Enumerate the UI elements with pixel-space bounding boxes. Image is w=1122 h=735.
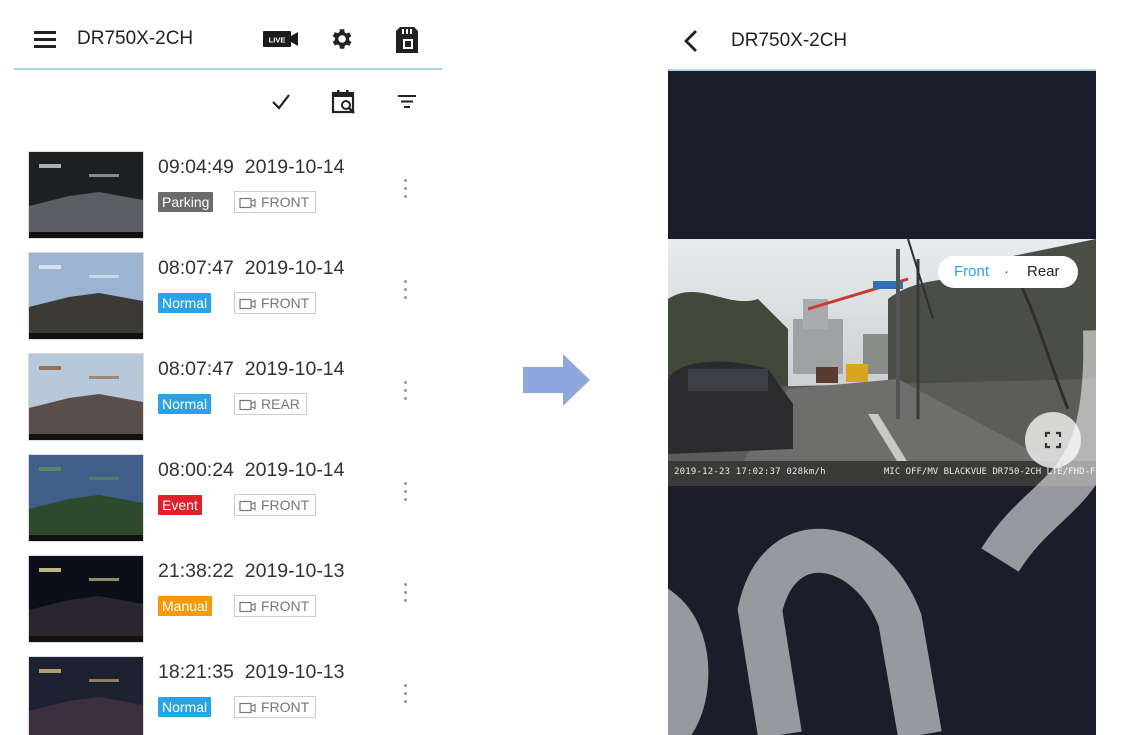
more-vertical-icon[interactable]	[404, 179, 408, 199]
recording-thumbnail[interactable]	[28, 252, 144, 340]
recording-thumbnail[interactable]	[28, 656, 144, 735]
recording-date: 2019-10-13	[244, 560, 345, 582]
camera-label: FRONT	[261, 194, 310, 210]
video-osd-info: MIC OFF/MV BLACKVUE DR750-2CH LTE/FHD-FH…	[884, 467, 1096, 477]
more-vertical-icon[interactable]	[404, 280, 408, 300]
recording-row[interactable]: 08:00:24 2019-10-14 Event FRONT	[14, 444, 442, 545]
recording-type-badge: Normal	[158, 394, 212, 414]
recording-datetime: 08:07:47 2019-10-14	[158, 257, 345, 280]
video-frame[interactable]: Front · Rear 2019-12-23 17:02:37 028km/h…	[668, 239, 1096, 486]
recording-time: 18:21:35	[158, 661, 234, 683]
camera-label: FRONT	[261, 295, 310, 311]
player-title: DR750X-2CH	[731, 30, 848, 51]
sd-card-icon[interactable]	[394, 25, 420, 60]
recording-time: 08:07:47	[158, 358, 234, 380]
camera-icon	[239, 601, 256, 613]
recording-row[interactable]: 09:04:49 2019-10-14 Parking FRONT	[14, 141, 442, 242]
recording-type-badge: Parking	[158, 192, 214, 212]
recording-thumbnail[interactable]	[28, 353, 144, 441]
recording-type-badge: Normal	[158, 293, 212, 313]
video-player-screen: DR750X-2CH Front · Rear 2019-12-23 17:02…	[668, 10, 1096, 735]
live-view-icon[interactable]: LIVE	[263, 29, 299, 54]
menu-icon[interactable]	[34, 31, 56, 48]
recording-datetime: 08:00:24 2019-10-14	[158, 459, 345, 482]
recording-type-badge: Normal	[158, 697, 212, 717]
list-title: DR750X-2CH	[77, 28, 194, 49]
front-rear-toggle[interactable]: Front · Rear	[938, 256, 1078, 288]
recording-time: 08:07:47	[158, 257, 234, 279]
select-check-icon[interactable]	[270, 90, 292, 117]
recording-datetime: 08:07:47 2019-10-14	[158, 358, 345, 381]
recording-date: 2019-10-14	[244, 257, 345, 279]
recording-datetime: 09:04:49 2019-10-14	[158, 156, 345, 179]
recording-row[interactable]: 08:07:47 2019-10-14 Normal REAR	[14, 343, 442, 444]
recording-row[interactable]: 18:21:35 2019-10-13 Normal FRONT	[14, 646, 442, 735]
camera-badge: FRONT	[234, 292, 317, 314]
settings-gear-icon[interactable]	[328, 26, 354, 57]
camera-label: FRONT	[261, 497, 310, 513]
recording-time: 21:38:22	[158, 560, 234, 582]
more-vertical-icon[interactable]	[404, 684, 408, 704]
more-vertical-icon[interactable]	[404, 482, 408, 502]
fullscreen-icon	[1044, 431, 1062, 449]
camera-icon	[239, 298, 256, 310]
camera-label: FRONT	[261, 598, 310, 614]
recording-type-badge: Manual	[158, 596, 212, 616]
recording-row[interactable]: 08:07:47 2019-10-14 Normal FRONT	[14, 242, 442, 343]
recording-date: 2019-10-13	[244, 661, 345, 683]
recording-datetime: 18:21:35 2019-10-13	[158, 661, 345, 684]
list-header: DR750X-2CH LIVE	[14, 10, 442, 70]
camera-icon	[239, 197, 256, 209]
back-chevron-icon[interactable]	[682, 28, 702, 59]
camera-badge: FRONT	[234, 191, 317, 213]
recording-thumbnail[interactable]	[28, 454, 144, 542]
recording-date: 2019-10-14	[244, 156, 345, 178]
camera-icon	[239, 500, 256, 512]
calendar-search-icon[interactable]	[330, 88, 358, 121]
recording-thumbnail[interactable]	[28, 555, 144, 643]
fullscreen-button[interactable]	[1025, 412, 1081, 468]
more-vertical-icon[interactable]	[404, 381, 408, 401]
video-osd-timestamp: 2019-12-23 17:02:37 028km/h	[674, 467, 826, 477]
toggle-separator: ·	[1004, 263, 1009, 280]
more-vertical-icon[interactable]	[404, 583, 408, 603]
camera-badge: REAR	[234, 393, 307, 415]
recordings-list-screen: DR750X-2CH LIVE 09:04:49 2019-10-14 Parki…	[14, 10, 442, 735]
recording-time: 08:00:24	[158, 459, 234, 481]
camera-badge: FRONT	[234, 494, 317, 516]
recording-time: 09:04:49	[158, 156, 234, 178]
camera-label: FRONT	[261, 699, 310, 715]
recording-date: 2019-10-14	[244, 459, 345, 481]
camera-badge: FRONT	[234, 595, 317, 617]
recording-date: 2019-10-14	[244, 358, 345, 380]
live-icon-text: LIVE	[269, 36, 286, 45]
camera-icon	[239, 702, 256, 714]
transition-arrow-icon	[523, 354, 590, 411]
toggle-front[interactable]: Front	[954, 256, 989, 288]
recording-thumbnail[interactable]	[28, 151, 144, 239]
filter-icon[interactable]	[396, 92, 418, 115]
camera-badge: FRONT	[234, 696, 317, 718]
recording-row[interactable]: 21:38:22 2019-10-13 Manual FRONT	[14, 545, 442, 646]
toggle-rear[interactable]: Rear	[1027, 256, 1060, 288]
camera-icon	[239, 399, 256, 411]
recording-datetime: 21:38:22 2019-10-13	[158, 560, 345, 583]
player-header: DR750X-2CH	[668, 10, 1096, 71]
recording-type-badge: Event	[158, 495, 202, 515]
camera-label: REAR	[261, 396, 300, 412]
